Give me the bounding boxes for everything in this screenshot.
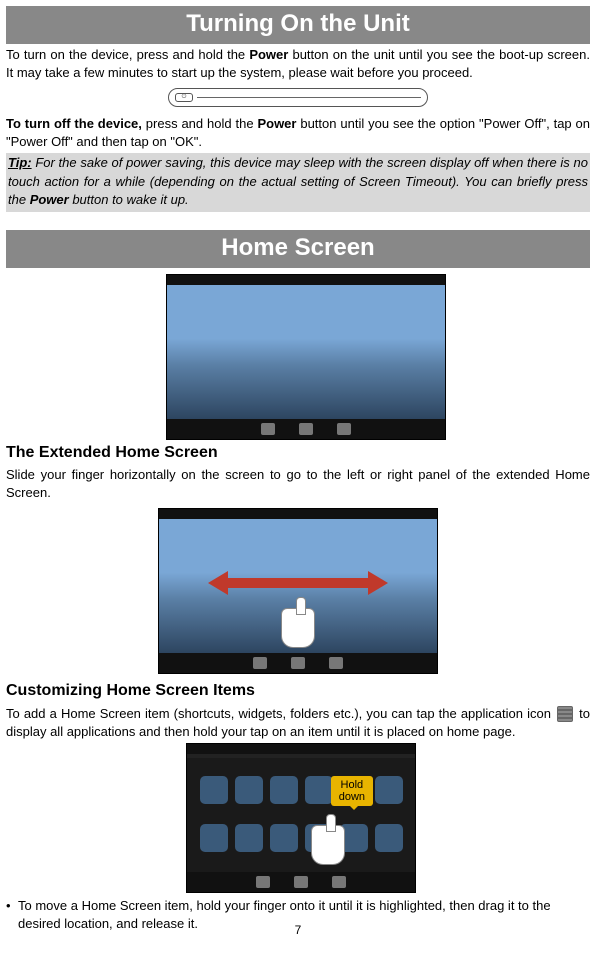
- nav-bar: [159, 653, 437, 673]
- subhead-extended-home: The Extended Home Screen: [6, 442, 590, 464]
- power-word: Power: [249, 47, 288, 62]
- hand-cursor-icon: [281, 608, 315, 648]
- status-bar: [167, 275, 445, 285]
- app-icon: [375, 824, 403, 852]
- app-icon: [375, 776, 403, 804]
- customizing-paragraph: To add a Home Screen item (shortcuts, wi…: [6, 705, 590, 741]
- app-icon: [200, 824, 228, 852]
- nav-bar: [187, 872, 415, 892]
- power-cap-icon: ⏻: [175, 93, 193, 102]
- recent-icon: [329, 657, 343, 669]
- subhead-customizing: Customizing Home Screen Items: [6, 680, 590, 702]
- home-icon: [294, 876, 308, 888]
- home-screenshot-2-swipe: [158, 508, 438, 674]
- back-icon: [253, 657, 267, 669]
- nav-bar: [167, 419, 445, 439]
- app-icon: [235, 824, 263, 852]
- arrow-right-icon: [368, 571, 388, 595]
- back-icon: [261, 423, 275, 435]
- hand-cursor-icon: [311, 825, 345, 865]
- app-grid: [187, 758, 415, 872]
- app-icon: [235, 776, 263, 804]
- extended-home-paragraph: Slide your finger horizontally on the sc…: [6, 466, 590, 502]
- home-screenshot-1: [166, 274, 446, 440]
- text: To turn on the device, press and hold th…: [6, 47, 249, 62]
- arrow-body: [228, 578, 368, 588]
- power-button-illustration: ⏻: [6, 84, 590, 113]
- turn-off-lead: To turn off the device,: [6, 116, 142, 131]
- back-icon: [256, 876, 270, 888]
- power-word: Power: [30, 192, 69, 207]
- turning-on-paragraph-1: To turn on the device, press and hold th…: [6, 46, 590, 82]
- turning-off-paragraph: To turn off the device, press and hold t…: [6, 115, 590, 151]
- app-drawer-screenshot: Hold down: [186, 743, 416, 893]
- swipe-arrow-icon: [208, 571, 388, 595]
- tip-label: Tip:: [8, 155, 32, 170]
- power-word: Power: [257, 116, 296, 131]
- app-icon: [305, 776, 333, 804]
- app-drawer-icon: [557, 706, 573, 722]
- power-line: [197, 97, 421, 98]
- wallpaper: [167, 285, 445, 419]
- app-icon: [270, 824, 298, 852]
- home-icon: [299, 423, 313, 435]
- status-bar: [159, 509, 437, 519]
- callout-line-2: down: [339, 791, 365, 803]
- arrow-left-icon: [208, 571, 228, 595]
- hold-down-callout: Hold down: [331, 776, 373, 806]
- power-bar-graphic: ⏻: [168, 88, 428, 107]
- text: To add a Home Screen item (shortcuts, wi…: [6, 706, 555, 721]
- tip-text-b: button to wake it up.: [69, 192, 189, 207]
- app-icon: [200, 776, 228, 804]
- recent-icon: [337, 423, 351, 435]
- tip-box: Tip: For the sake of power saving, this …: [6, 153, 590, 212]
- text: press and hold the: [142, 116, 258, 131]
- callout-line-1: Hold: [341, 779, 364, 791]
- status-bar: [187, 744, 415, 754]
- section-title-turning-on: Turning On the Unit: [6, 6, 590, 44]
- recent-icon: [332, 876, 346, 888]
- section-title-home-screen: Home Screen: [6, 230, 590, 268]
- page-number: 7: [0, 922, 596, 939]
- app-icon: [270, 776, 298, 804]
- home-icon: [291, 657, 305, 669]
